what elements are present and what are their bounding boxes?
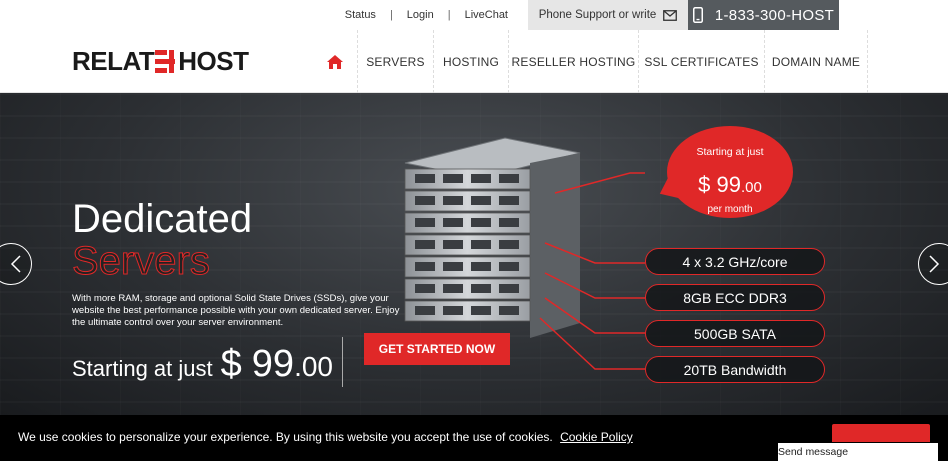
separator: |: [389, 9, 393, 21]
nav-item-domain-name[interactable]: DOMAIN NAME: [764, 30, 868, 93]
nav-item-reseller-hosting[interactable]: RESELLER HOSTING: [508, 30, 638, 93]
top-bar: Status | Login | LiveChat Phone Support …: [0, 0, 948, 30]
home-icon: [327, 54, 343, 69]
cookie-text: We use cookies to personalize your exper…: [18, 430, 553, 444]
price-cents: .00: [294, 351, 333, 382]
hero-subtitle: Servers: [72, 239, 211, 284]
envelope-icon: [663, 9, 678, 21]
phone-support-button[interactable]: Phone Support or write: [528, 0, 688, 30]
logo-text-right: HOST: [178, 45, 249, 76]
status-link[interactable]: Status: [345, 9, 376, 21]
nav-item-servers[interactable]: SERVERS: [357, 30, 433, 93]
hero-banner: Dedicated Servers With more RAM, storage…: [0, 93, 948, 415]
phone-number: 1-833-300-HOST: [714, 6, 835, 24]
cookie-policy-link[interactable]: Cookie Policy: [560, 430, 633, 444]
phone-support-label: Phone Support or write: [538, 9, 657, 21]
hero-description: With more RAM, storage and optional Soli…: [72, 293, 400, 328]
main-navbar: RELAT HOST SERVERS HOSTING RESELLER HOST…: [0, 30, 948, 93]
hero-title: Dedicated: [72, 197, 253, 241]
top-links: Status | Login | LiveChat: [345, 0, 508, 30]
currency-symbol: $: [220, 343, 242, 385]
nav-item-hosting[interactable]: HOSTING: [433, 30, 508, 93]
separator: |: [447, 9, 451, 21]
main-nav: SERVERS HOSTING RESELLER HOSTING SSL CER…: [313, 30, 868, 93]
server-stack-image: [404, 137, 645, 370]
cookie-banner: We use cookies to personalize your exper…: [0, 415, 948, 461]
price-badge: Starting at just $ 99.00 per month: [667, 126, 793, 218]
nav-home[interactable]: [313, 30, 357, 93]
phone-number-button[interactable]: 1-833-300-HOST: [688, 0, 839, 30]
nav-item-ssl-certificates[interactable]: SSL CERTIFICATES: [638, 30, 764, 93]
price-amount: 99: [251, 343, 295, 385]
spec-ram: 8GB ECC DDR3: [645, 284, 825, 311]
spec-cpu: 4 x 3.2 GHz/core: [645, 248, 825, 275]
hero-price: Starting at just $ 99 .00: [72, 343, 333, 386]
site-logo[interactable]: RELAT HOST: [72, 45, 249, 77]
login-link[interactable]: Login: [407, 9, 434, 21]
chevron-left-icon: [10, 255, 21, 273]
badge-price: $ 99.00: [667, 172, 793, 198]
logo-text-left: RELAT: [72, 45, 155, 76]
chevron-right-icon: [929, 255, 940, 273]
badge-period: per month: [707, 204, 753, 215]
send-message-button[interactable]: Send message: [778, 443, 938, 461]
cookie-accept-button[interactable]: [832, 424, 930, 442]
spec-bandwidth: 20TB Bandwidth: [645, 356, 825, 383]
livechat-link[interactable]: LiveChat: [465, 9, 508, 21]
logo-mark: [155, 48, 177, 74]
spec-storage: 500GB SATA: [645, 320, 825, 347]
badge-price-whole: $ 99: [698, 172, 741, 197]
badge-price-cents: .00: [740, 179, 762, 196]
mobile-phone-icon: [692, 7, 703, 23]
cookie-message: We use cookies to personalize your exper…: [18, 430, 633, 444]
starting-label: Starting at just: [72, 356, 213, 381]
badge-starting-label: Starting at just: [696, 146, 764, 158]
divider: [342, 337, 343, 387]
